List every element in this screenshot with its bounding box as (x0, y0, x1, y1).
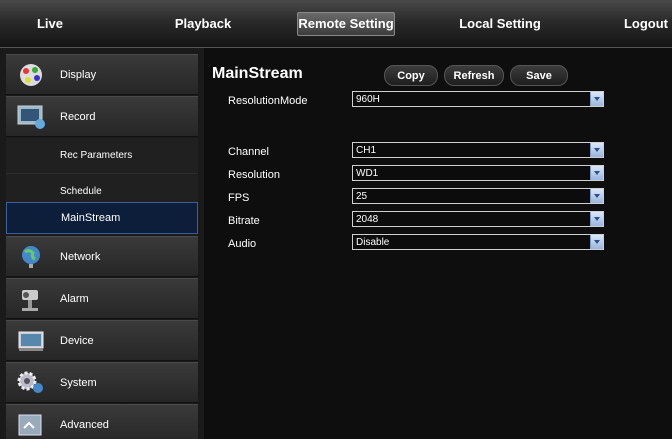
copy-button[interactable]: Copy (384, 65, 438, 86)
resolution-label: Resolution (228, 169, 280, 181)
sidebar-item-label: Schedule (60, 186, 102, 197)
select-value: WD1 (356, 168, 379, 179)
bitrate-label: Bitrate (228, 215, 260, 227)
sidebar-item-label: System (60, 376, 97, 389)
fps-label: FPS (228, 192, 250, 204)
chevron-down-icon[interactable] (590, 189, 603, 203)
select-value: 960H (356, 94, 380, 105)
channel-label: Channel (228, 146, 269, 158)
chevron-down-icon[interactable] (590, 92, 603, 106)
sidebar-item-network[interactable]: Network (6, 236, 198, 277)
select-value: Disable (356, 237, 390, 248)
sidebar-subitem-rec-parameters[interactable]: Rec Parameters (6, 138, 198, 174)
bitrate-select[interactable]: 2048 (352, 211, 604, 227)
network-icon (16, 244, 46, 270)
audio-select[interactable]: Disable (352, 234, 604, 250)
sidebar-item-display[interactable]: Display (6, 54, 198, 95)
refresh-button[interactable]: Refresh (444, 65, 504, 86)
save-button[interactable]: Save (510, 65, 568, 86)
device-icon (16, 328, 46, 354)
sidebar-item-label: Advanced (60, 418, 109, 431)
sidebar-item-device[interactable]: Device (6, 320, 198, 361)
sidebar-item-advanced[interactable]: Advanced (6, 404, 198, 439)
gear-icon (16, 370, 46, 396)
record-icon (16, 104, 46, 130)
chevron-down-icon[interactable] (590, 212, 603, 226)
sidebar-item-label: Device (60, 334, 94, 347)
sidebar-item-label: Record (60, 110, 96, 123)
alarm-icon (16, 286, 46, 312)
fps-select[interactable]: 25 (352, 188, 604, 204)
resolution-mode-select[interactable]: 960H (352, 91, 604, 107)
sidebar-subitem-mainstream[interactable]: MainStream (6, 202, 198, 234)
chevron-down-icon[interactable] (590, 166, 603, 180)
sidebar-item-label: Alarm (60, 292, 89, 305)
sidebar-item-label: Display (60, 68, 97, 81)
select-value: 25 (356, 191, 368, 202)
channel-select[interactable]: CH1 (352, 142, 604, 158)
audio-label: Audio (228, 238, 257, 250)
advanced-icon (16, 412, 46, 438)
sidebar-item-label: Network (60, 250, 101, 263)
tab-remote-setting[interactable]: Remote Setting (297, 12, 395, 36)
tab-local-setting[interactable]: Local Setting (450, 12, 550, 36)
tab-live[interactable]: Live (20, 12, 80, 36)
chevron-down-icon[interactable] (590, 235, 603, 249)
tab-logout[interactable]: Logout (620, 12, 672, 36)
display-icon (16, 62, 46, 88)
resolution-mode-label: ResolutionMode (228, 95, 308, 107)
sidebar-item-label: Rec Parameters (60, 150, 133, 161)
sidebar-item-label: MainStream (61, 212, 121, 224)
tab-playback[interactable]: Playback (168, 12, 238, 36)
top-nav-bar: Live Playback Remote Setting Local Setti… (0, 0, 672, 48)
select-value: 2048 (356, 214, 379, 225)
main-panel: MainStream Copy Refresh Save ResolutionM… (204, 48, 672, 439)
select-value: CH1 (356, 145, 377, 156)
sidebar-item-system[interactable]: System (6, 362, 198, 403)
resolution-select[interactable]: WD1 (352, 165, 604, 181)
chevron-down-icon[interactable] (590, 143, 603, 157)
sidebar-item-record[interactable]: Record (6, 96, 198, 137)
page-title: MainStream (212, 65, 303, 82)
sidebar: Display Record Rec Parameters Schedule M… (0, 48, 204, 439)
sidebar-item-alarm[interactable]: Alarm (6, 278, 198, 319)
